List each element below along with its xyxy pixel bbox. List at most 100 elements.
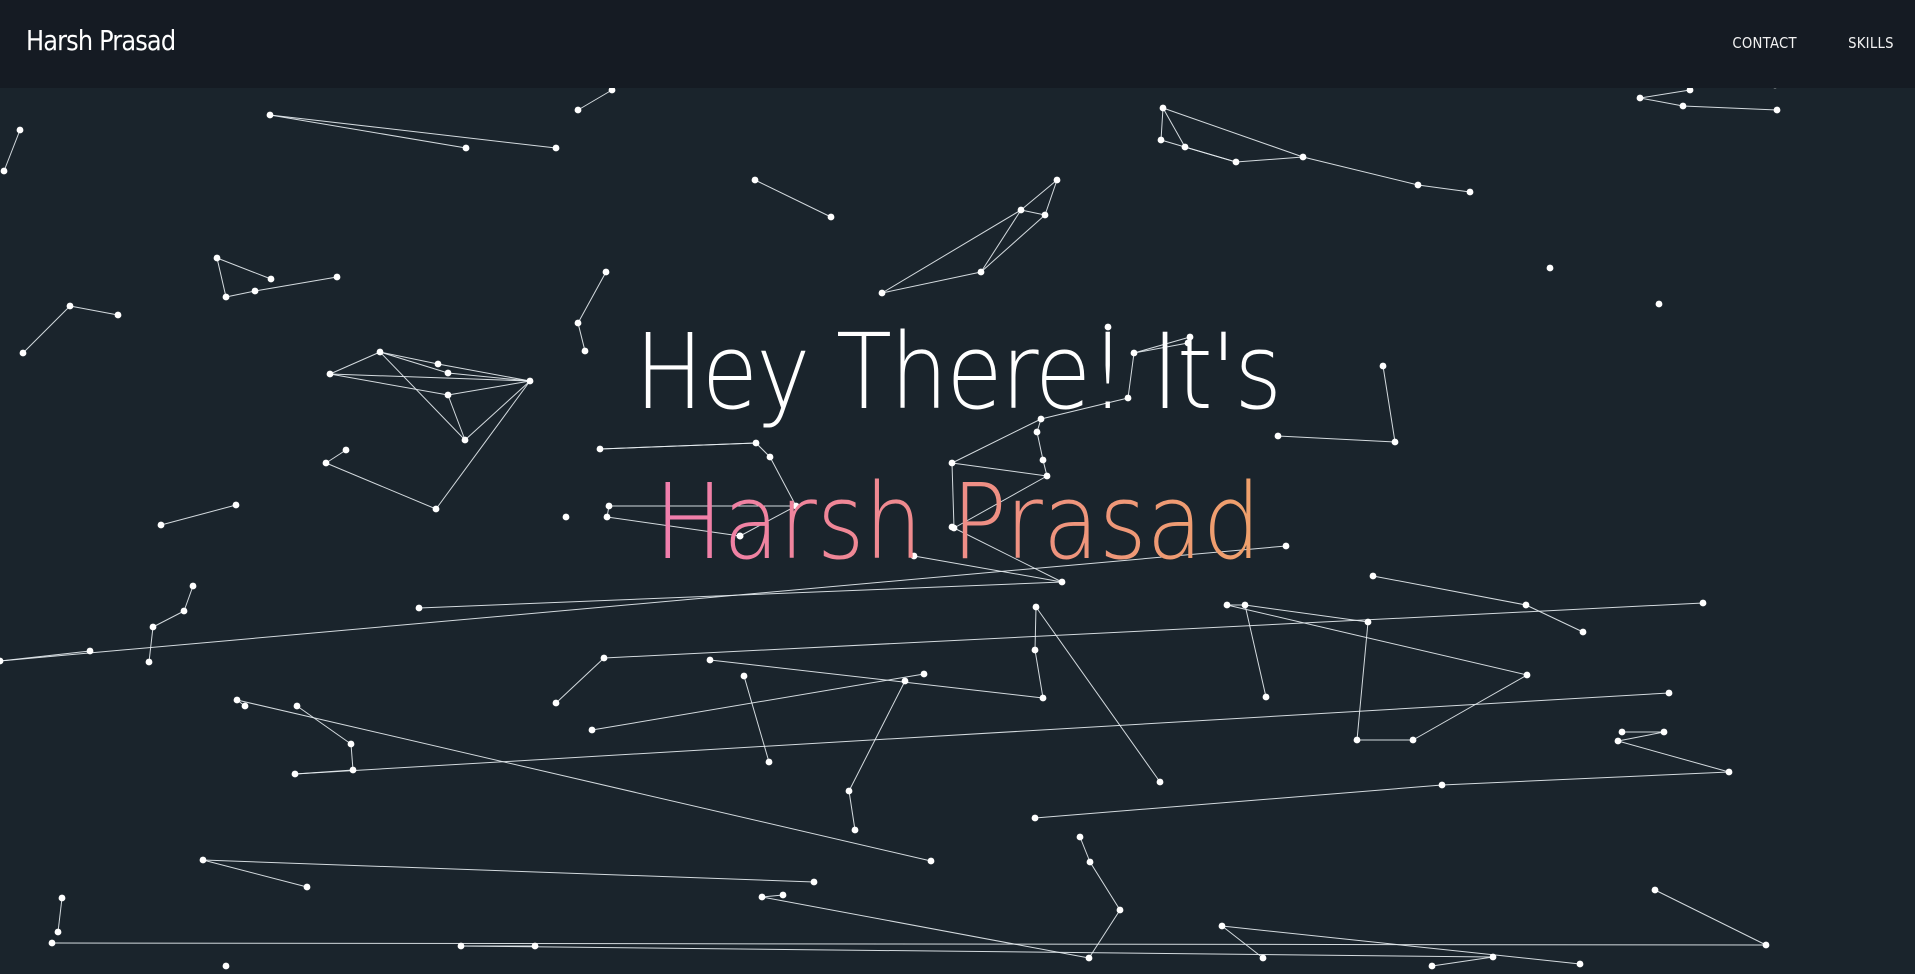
particle-dot — [1232, 158, 1240, 166]
particle-dot — [1032, 603, 1040, 611]
particle-dot — [1299, 153, 1307, 161]
particle-dot — [1039, 694, 1047, 702]
particle-link — [294, 692, 1670, 775]
particle-link — [591, 673, 925, 731]
particle-link — [202, 859, 815, 883]
particle-dot — [1428, 962, 1436, 970]
particle-dot — [1058, 578, 1066, 586]
particle-dot — [1053, 176, 1061, 184]
particle-dot — [1031, 814, 1039, 822]
particle-link — [848, 680, 906, 792]
nav-link-skills[interactable]: SKILLS — [1848, 34, 1894, 52]
particle-dot — [1655, 300, 1663, 308]
particle-dot — [267, 275, 275, 283]
particle-link — [1034, 784, 1443, 819]
particle-dot — [66, 302, 74, 310]
particle-link — [225, 290, 256, 298]
particle-dot — [1124, 394, 1132, 402]
particle-link — [743, 675, 770, 763]
particle-dot — [19, 349, 27, 357]
particle-link — [1277, 435, 1396, 443]
particle-dot — [1353, 736, 1361, 744]
particle-link — [1235, 156, 1304, 163]
particle-dot — [596, 445, 604, 453]
particle-dot — [1651, 886, 1659, 894]
particle-link — [148, 626, 154, 663]
particle-dot — [1546, 264, 1554, 272]
nav-link-contact[interactable]: CONTACT — [1732, 34, 1796, 52]
particle-dot — [241, 702, 249, 710]
particle-dot — [291, 770, 299, 778]
particle-dot — [1184, 339, 1192, 347]
particle-dot — [349, 766, 357, 774]
particle-dot — [1773, 106, 1781, 114]
particle-dot — [792, 502, 800, 510]
particle-dot — [878, 289, 886, 297]
particle-link — [577, 271, 607, 324]
particle-dot — [779, 891, 787, 899]
particle-dot — [766, 453, 774, 461]
particle-dot — [1725, 768, 1733, 776]
particle-dot — [1241, 601, 1249, 609]
particle-link — [951, 418, 1042, 464]
particle-dot — [1037, 415, 1045, 423]
particle-dot — [199, 856, 207, 864]
particle-dot — [347, 740, 355, 748]
particle-dot — [901, 677, 909, 685]
particle-dot — [1033, 428, 1041, 436]
particle-dot — [1409, 736, 1417, 744]
particle-link — [152, 610, 185, 628]
particle-link — [51, 942, 1767, 946]
particle-dot — [1522, 601, 1530, 609]
particle-link — [69, 305, 119, 316]
particle-dot — [526, 377, 534, 385]
particle-dot — [1041, 211, 1049, 219]
particle-dot — [977, 268, 985, 276]
particle-dot — [322, 459, 330, 467]
particle-dot — [432, 505, 440, 513]
particle-dot — [461, 436, 469, 444]
particle-dot — [189, 582, 197, 590]
particle-link — [1088, 909, 1121, 959]
particle-dot — [765, 758, 773, 766]
particle-dot — [1369, 572, 1377, 580]
particle-dot — [1379, 362, 1387, 370]
particle-link — [202, 859, 308, 888]
particle-link — [1244, 604, 1267, 698]
particle-link — [881, 271, 982, 294]
particle-dot — [827, 213, 835, 221]
particle-dot — [581, 347, 589, 355]
particle-dot — [444, 369, 452, 377]
particle-link — [1302, 156, 1419, 186]
particle-dot — [1223, 601, 1231, 609]
particle-link — [1133, 342, 1189, 354]
particle-dot — [1466, 188, 1474, 196]
particle-dot — [1762, 941, 1770, 949]
particle-dot — [1660, 728, 1668, 736]
particle-dot — [1116, 906, 1124, 914]
particle-background — [0, 81, 1781, 970]
particle-link — [980, 214, 1046, 273]
particle-dot — [1438, 781, 1446, 789]
particle-dot — [1157, 136, 1165, 144]
brand-logo-link[interactable]: Harsh Prasad — [26, 24, 176, 57]
particle-dot — [1085, 954, 1093, 962]
particle-dot — [1614, 737, 1622, 745]
particle-dot — [180, 607, 188, 615]
particle-dot — [574, 106, 582, 114]
particle-link — [881, 209, 1022, 294]
nav-links: CONTACT SKILLS — [1728, 34, 1897, 52]
particle-dot — [1576, 960, 1584, 968]
particle-link — [980, 209, 1022, 273]
particle-dot — [751, 176, 759, 184]
particle-link — [1639, 89, 1691, 99]
particle-link — [216, 257, 272, 280]
particle-link — [464, 380, 531, 441]
particle-link — [447, 394, 466, 441]
particle-link — [1127, 352, 1135, 399]
particle-link — [599, 442, 757, 450]
particle-link — [577, 89, 613, 111]
particle-link — [1441, 771, 1730, 786]
particle-link — [1617, 740, 1730, 773]
particle-link — [754, 179, 832, 218]
